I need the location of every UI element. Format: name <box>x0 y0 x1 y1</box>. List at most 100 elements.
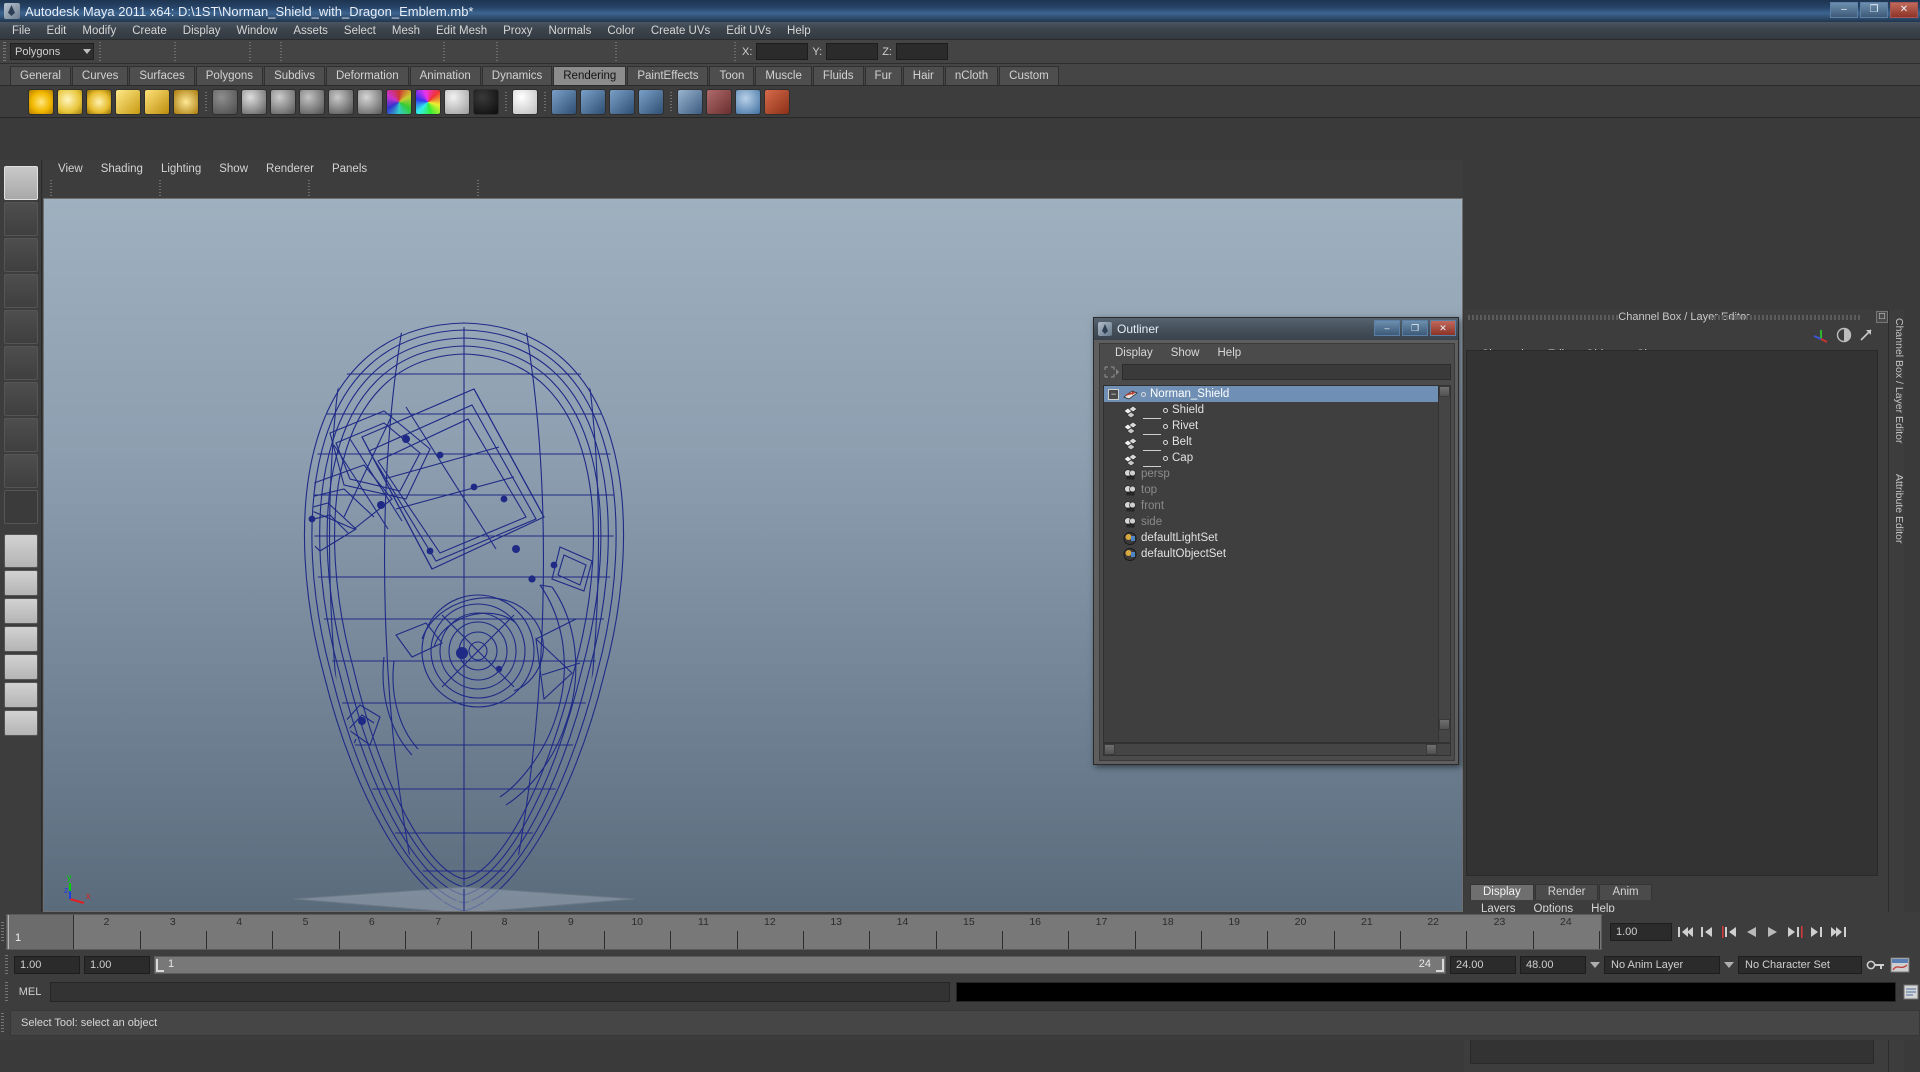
half-circle-icon[interactable] <box>1836 327 1852 343</box>
material-layered-icon[interactable] <box>357 88 383 115</box>
viewport-menu-show[interactable]: Show <box>210 163 257 175</box>
outliner-item-defaultlightset[interactable]: defaultLightSet <box>1104 530 1450 546</box>
x-axis-field[interactable] <box>756 43 809 60</box>
current-tool-slot[interactable] <box>4 490 38 524</box>
shelf-tab-animation[interactable]: Animation <box>409 66 481 85</box>
manipulator-axis-icon[interactable] <box>1812 327 1830 343</box>
shaded-wireframe-icon[interactable] <box>394 179 412 197</box>
anim-start-time-field[interactable]: 1.00 <box>14 956 80 974</box>
menu-item-edit[interactable]: Edit <box>39 22 75 40</box>
vertices-mask-icon[interactable] <box>396 42 416 62</box>
shelf-tab-curves[interactable]: Curves <box>71 66 129 85</box>
range-right-handle[interactable] <box>1436 959 1444 972</box>
surface-shader-icon[interactable] <box>415 88 441 115</box>
script-editor-icon[interactable] <box>1902 983 1920 1001</box>
directional-light-icon[interactable] <box>57 88 83 115</box>
outliner-horizontal-scrollbar[interactable] <box>1103 743 1451 756</box>
material-blinn-icon[interactable] <box>241 88 267 115</box>
mental-ray-icon[interactable] <box>735 88 761 115</box>
viewport-menu-renderer[interactable]: Renderer <box>257 163 323 175</box>
auto-key-icon[interactable] <box>1866 958 1886 972</box>
outliner-item-front[interactable]: front <box>1104 498 1450 514</box>
outliner-item-norman-shield[interactable]: − Norman_Shield <box>1104 386 1450 402</box>
character-set-selector[interactable]: No Character Set <box>1738 956 1862 974</box>
render-view-icon[interactable] <box>677 88 703 115</box>
command-language-label[interactable]: MEL <box>16 986 44 998</box>
outliner-item-defaultobjectset[interactable]: defaultObjectSet <box>1104 546 1450 562</box>
safe-title-icon[interactable] <box>285 179 303 197</box>
paint-effects-icon[interactable] <box>764 88 790 115</box>
shelf-tab-deformation[interactable]: Deformation <box>325 66 409 85</box>
outliner-menu-help[interactable]: Help <box>1209 347 1251 359</box>
point-light-icon[interactable] <box>86 88 112 115</box>
save-scene-icon[interactable] <box>149 42 169 62</box>
step-back-key-icon[interactable] <box>1698 924 1716 940</box>
menu-item-mesh[interactable]: Mesh <box>384 22 428 40</box>
last-tool-used-icon[interactable] <box>4 454 38 488</box>
spot-light-icon[interactable] <box>115 88 141 115</box>
step-forward-frame-icon[interactable] <box>1786 924 1804 940</box>
anim-end-time-field[interactable]: 48.00 <box>1520 956 1586 974</box>
shelf-tab-muscle[interactable]: Muscle <box>755 66 812 85</box>
smooth-shade-all-icon[interactable] <box>334 179 352 197</box>
filter-icon[interactable] <box>1103 365 1119 379</box>
command-output-field[interactable] <box>956 982 1896 1002</box>
command-line-grip[interactable] <box>4 982 10 1002</box>
scroll-up-button[interactable] <box>1439 386 1450 397</box>
panel-drag-hatch[interactable] <box>1468 315 1618 320</box>
outliner-maximize-button[interactable]: ❐ <box>1402 320 1428 336</box>
show-tool-settings-icon[interactable] <box>1896 3 1916 23</box>
menu-item-display[interactable]: Display <box>175 22 229 40</box>
expand-collapse-icon[interactable]: − <box>1108 388 1119 400</box>
shelf-tab-subdivs[interactable]: Subdivs <box>264 66 325 85</box>
material-lambert-icon[interactable] <box>212 88 238 115</box>
shading-map-icon[interactable] <box>473 88 499 115</box>
menu-item-modify[interactable]: Modify <box>74 22 124 40</box>
shelf-tab-hair[interactable]: Hair <box>902 66 944 85</box>
batch-render-icon[interactable] <box>638 88 664 115</box>
shadows-display-icon[interactable] <box>454 179 472 197</box>
render-settings-icon[interactable] <box>665 42 685 62</box>
show-channel-box-icon[interactable] <box>1850 3 1870 23</box>
safe-action-icon[interactable] <box>265 179 283 197</box>
bookmark-icon[interactable] <box>96 179 114 197</box>
statusline-grip[interactable] <box>2 41 8 62</box>
texture-display-icon[interactable] <box>414 179 432 197</box>
high-quality-render-icon[interactable] <box>523 179 541 197</box>
menu-item-color[interactable]: Color <box>599 22 642 40</box>
move-tool-icon[interactable] <box>4 274 38 308</box>
smooth-shade-selected-icon[interactable] <box>354 179 372 197</box>
material-phonge-icon[interactable] <box>299 88 325 115</box>
scroll-left-button[interactable] <box>1104 744 1115 755</box>
shelf-tab-rendering[interactable]: Rendering <box>553 66 627 85</box>
snap-point-icon[interactable] <box>546 42 566 62</box>
shelf-tab-general[interactable]: General <box>10 66 71 85</box>
handle-mask-icon[interactable] <box>286 42 306 62</box>
outliner-item-top[interactable]: top <box>1104 482 1450 498</box>
arrow-up-right-icon[interactable] <box>1858 327 1874 343</box>
outliner-item-belt[interactable]: Belt <box>1104 434 1450 451</box>
layout-four-panes-icon[interactable] <box>4 598 38 624</box>
ramp-shader-icon[interactable] <box>386 88 412 115</box>
menu-item-normals[interactable]: Normals <box>541 22 600 40</box>
side-tab-channel-box[interactable]: Channel Box / Layer Editor <box>1889 310 1905 444</box>
area-light-icon[interactable] <box>144 88 170 115</box>
outliner-window[interactable]: Outliner – ❐ ✕ Display Show Help − Norman_S… <box>1093 317 1459 765</box>
anim-layer-chevron-icon[interactable] <box>1590 962 1600 968</box>
viewport-menu-view[interactable]: View <box>49 163 92 175</box>
snap-live-icon[interactable] <box>590 42 610 62</box>
menu-item-window[interactable]: Window <box>228 22 285 40</box>
snap-plane-icon[interactable] <box>568 42 588 62</box>
viewport-menu-lighting[interactable]: Lighting <box>152 163 210 175</box>
select-by-component-icon[interactable] <box>224 42 244 62</box>
menu-item-edit-mesh[interactable]: Edit Mesh <box>428 22 495 40</box>
go-to-start-icon[interactable] <box>1676 924 1694 940</box>
rotate-tool-icon[interactable] <box>4 310 38 344</box>
go-to-end-icon[interactable] <box>1830 924 1848 940</box>
command-input-field[interactable] <box>50 982 950 1002</box>
layout-hypershade-persp-icon[interactable] <box>4 682 38 708</box>
show-attribute-editor-icon[interactable] <box>1873 3 1893 23</box>
play-forwards-icon[interactable] <box>1764 924 1782 940</box>
y-axis-field[interactable] <box>826 43 879 60</box>
outliner-menu-show[interactable]: Show <box>1162 347 1209 359</box>
